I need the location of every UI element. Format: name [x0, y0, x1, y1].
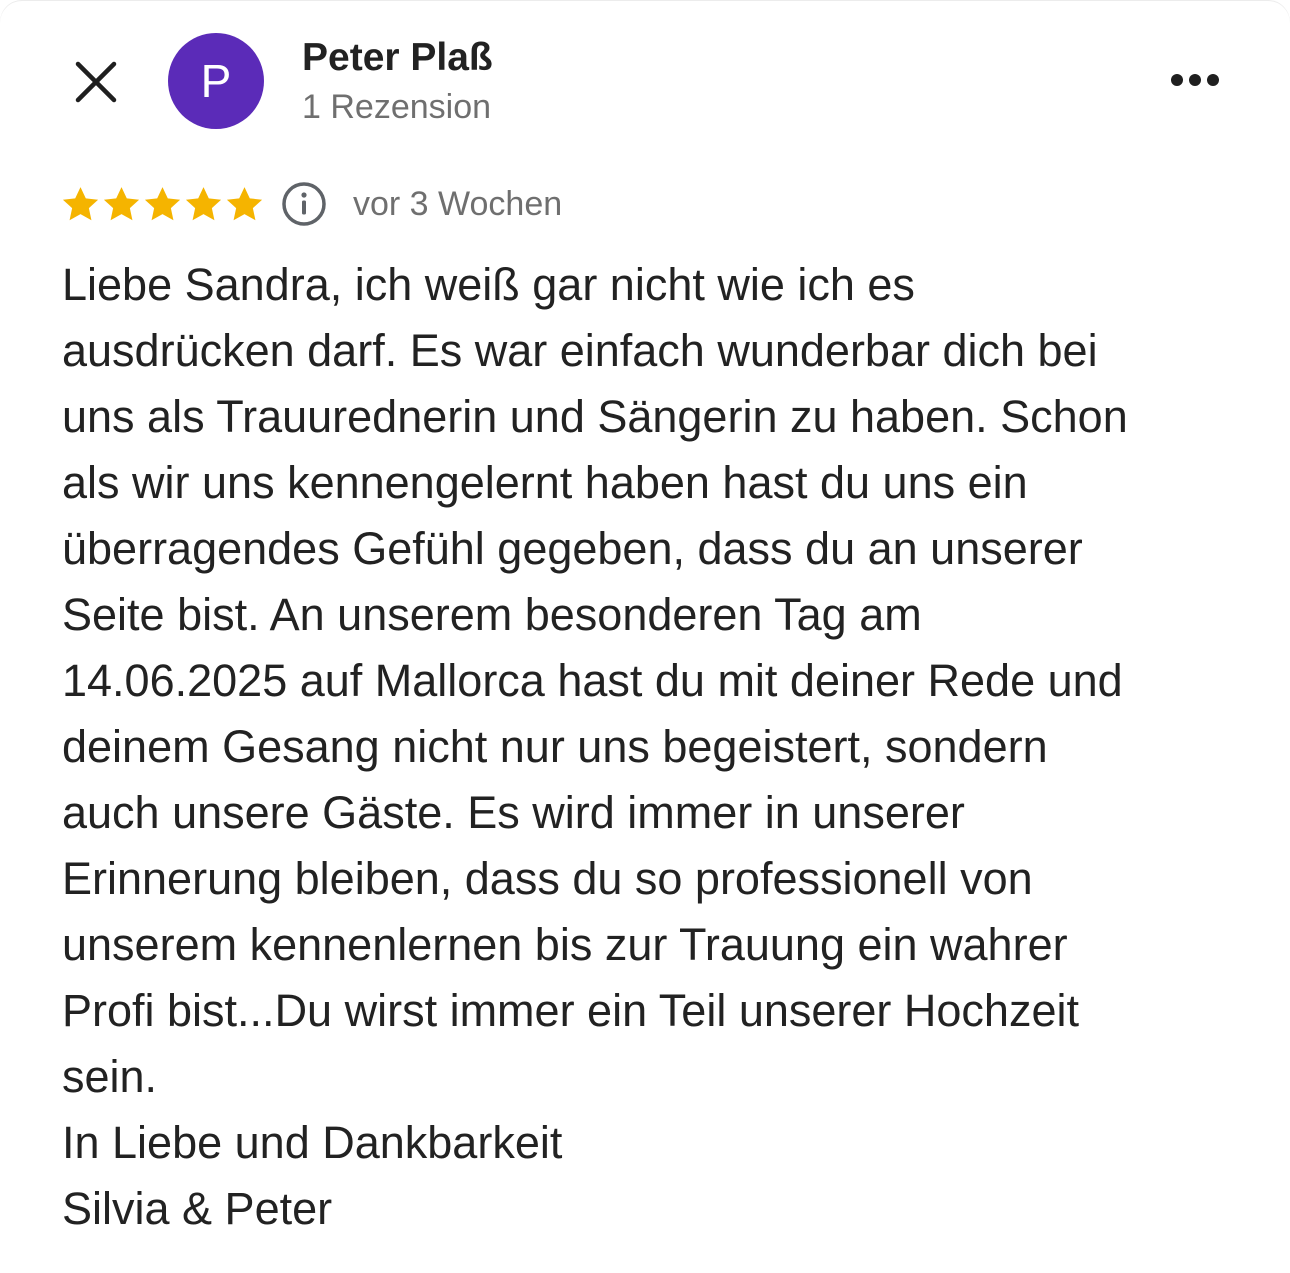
star-icon	[103, 186, 140, 220]
more-options-icon	[1171, 74, 1219, 86]
info-icon	[282, 182, 326, 226]
review-sheet: P Peter Plaß 1 Rezension vor 3 Wochen Li…	[0, 0, 1290, 1273]
avatar-letter: P	[200, 55, 232, 107]
star-icon	[144, 186, 181, 220]
info-button[interactable]	[281, 181, 327, 227]
star-icon	[226, 186, 263, 220]
close-button[interactable]	[66, 52, 126, 112]
close-icon	[75, 61, 117, 103]
star-rating	[60, 184, 265, 225]
reviewer-name[interactable]: Peter Plaß	[302, 36, 493, 80]
review-text: Liebe Sandra, ich weiß gar nicht wie ich…	[62, 259, 1128, 1234]
more-options-button[interactable]	[1160, 58, 1230, 102]
reviewer-review-count: 1 Rezension	[302, 88, 492, 126]
star-icon	[62, 186, 99, 220]
rating-row: vor 3 Wochen	[60, 178, 562, 230]
avatar[interactable]: P	[168, 33, 264, 129]
review-date: vor 3 Wochen	[353, 184, 563, 223]
star-icon	[185, 186, 222, 220]
